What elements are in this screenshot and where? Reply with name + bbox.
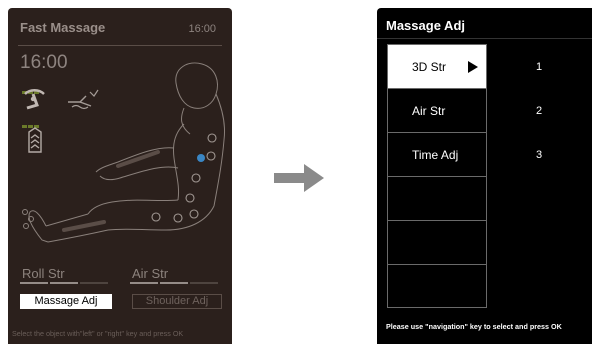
navigation-hint: Select the object with"left" or "right" … [12, 329, 184, 338]
navigation-hint: Please use "navigation" key to select an… [386, 322, 562, 331]
menu-item-time-adj[interactable]: Time Adj [388, 133, 486, 177]
massage-adj-screen: Massage Adj 3D Str Air Str Time Adj 1 2 … [377, 8, 592, 344]
menu-item-empty [388, 221, 486, 265]
sensor-dot [197, 154, 205, 162]
menu-item-empty [388, 265, 486, 309]
screen-title: Massage Adj [386, 18, 465, 33]
menu-item-3d-str[interactable]: 3D Str [388, 45, 486, 89]
fast-massage-screen: Fast Massage 16:00 16:00 Roll Str Air St… [8, 8, 232, 344]
air-strength-bar [130, 282, 218, 285]
shoulder-adj-button[interactable]: Shoulder Adj [132, 294, 222, 309]
screen-title: Fast Massage [20, 20, 106, 35]
time-display-top: 16:00 [188, 23, 216, 35]
transition-arrow-icon [274, 164, 324, 192]
menu-value-air-str: 2 [536, 105, 543, 117]
body-outline-figure [28, 62, 225, 243]
adjustment-menu: 3D Str Air Str Time Adj [387, 44, 487, 308]
air-strength-label: Air Str [132, 266, 169, 281]
menu-item-air-str[interactable]: Air Str [388, 89, 486, 133]
menu-item-label: 3D Str [412, 60, 447, 74]
header-divider [377, 38, 592, 39]
massage-adj-button[interactable]: Massage Adj [20, 294, 112, 309]
roll-strength-label: Roll Str [22, 266, 65, 281]
menu-item-label: Air Str [412, 104, 446, 118]
menu-item-empty [388, 177, 486, 221]
menu-item-label: Time Adj [412, 148, 459, 162]
header-divider [18, 45, 222, 46]
selection-pointer-icon [468, 61, 478, 73]
menu-value-time-adj: 3 [536, 149, 543, 161]
roll-strength-bar [20, 282, 108, 285]
menu-value-3d-str: 1 [536, 61, 543, 73]
